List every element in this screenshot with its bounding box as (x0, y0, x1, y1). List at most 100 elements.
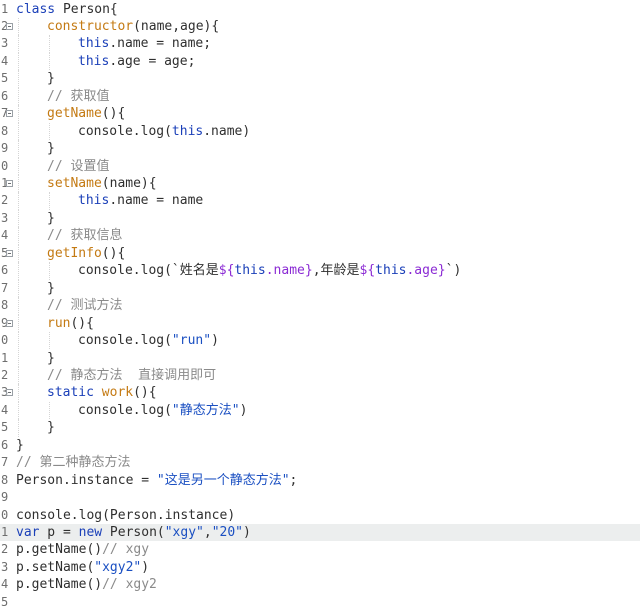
code-line[interactable]: 6} (0, 437, 640, 454)
fold-toggle-icon[interactable] (6, 22, 13, 30)
code-text: console.log(`姓名是${this.name},年龄是${this.a… (16, 262, 461, 279)
code-token: getInfo (47, 245, 102, 261)
code-token: (){ (133, 385, 157, 401)
code-line[interactable]: 0 console.log(Person.instance) (0, 507, 640, 524)
code-line[interactable]: 6 // 获取值 (0, 87, 640, 106)
code-line[interactable]: 1} (0, 349, 640, 367)
code-token: "这是另一个静态方法" (156, 472, 290, 488)
line-number: 4 (1, 577, 9, 592)
code-line[interactable]: 9} (0, 140, 640, 158)
line-number: 6 (1, 88, 9, 103)
line-number: 3 (1, 210, 9, 225)
code-line[interactable]: 3 static work(){ (0, 384, 640, 402)
code-token: .age = age; (109, 53, 196, 69)
code-token: console.log(`姓名是 (78, 263, 219, 279)
line-number: 3 (1, 559, 9, 574)
code-editor[interactable]: 1 class Person{2 constructor(name,age){3th… (0, 0, 640, 611)
code-token: this (78, 53, 110, 69)
code-token: } (47, 280, 55, 296)
code-line[interactable]: 7 // 第二种静态方法 (0, 454, 640, 471)
code-line[interactable]: 4 this.age = age; (0, 52, 640, 71)
code-token: (){ (70, 315, 94, 331)
code-line[interactable]: 0 // 设置值 (0, 157, 640, 175)
line-number: 4 (1, 53, 9, 68)
line-number: 0 (1, 507, 9, 522)
code-text: static work(){ (16, 384, 157, 401)
fold-toggle-icon[interactable] (6, 180, 13, 187)
code-text: } (16, 140, 55, 157)
code-line[interactable]: 4 // 获取信息 (0, 227, 640, 245)
code-text: this.name = name; (16, 35, 211, 52)
code-token: console.log( (78, 402, 172, 418)
line-number: 5 (1, 71, 9, 86)
code-line[interactable]: 8 Person.instance = "这是另一个静态方法"; (0, 472, 640, 489)
code-token: // 获取值 (47, 88, 110, 104)
code-text: // 获取信息 (16, 227, 122, 244)
code-token: (){ (101, 106, 126, 122)
code-line[interactable]: 2 this.name = name (0, 192, 640, 210)
code-token: setName (47, 176, 102, 191)
code-line[interactable]: 9 run(){ (0, 314, 640, 333)
code-token: this (234, 263, 266, 279)
code-line[interactable]: 5} (0, 70, 640, 88)
code-line[interactable]: 2 p.getName()// xgy (0, 541, 640, 558)
code-text: Person.instance = "这是另一个静态方法"; (16, 472, 297, 489)
code-text: class Person{ (16, 1, 118, 18)
code-token: } (47, 71, 55, 87)
code-token: new (78, 525, 103, 540)
code-token: console.log(Person.instance) (16, 507, 236, 523)
code-text: // 第二种静态方法 (16, 454, 130, 471)
code-token: ,年龄是 (312, 263, 360, 279)
code-line[interactable]: 3 this.name = name; (0, 35, 640, 53)
code-line[interactable]: 4 p.getName()// xgy2 (0, 576, 640, 593)
fold-toggle-icon[interactable] (6, 319, 13, 327)
code-token: } (47, 350, 55, 366)
code-token: "20" (211, 525, 244, 540)
code-line[interactable]: 7 getName(){ (0, 105, 640, 123)
code-text: p.setName("xgy2") (16, 559, 149, 576)
line-number: 2 (1, 542, 9, 557)
code-line[interactable]: 3} (0, 209, 640, 228)
code-text: } (16, 280, 55, 297)
code-line[interactable]: 1 setName(name){ (0, 175, 640, 193)
code-line[interactable]: 1 var p = new Person("xgy","20") (0, 524, 640, 542)
code-line[interactable]: 9 (0, 489, 640, 506)
code-token: ; (289, 472, 298, 488)
code-text: } (16, 210, 55, 227)
line-number: 8 (1, 472, 9, 487)
code-text: console.log("run") (16, 332, 219, 349)
code-text: } (16, 350, 55, 367)
code-line[interactable]: 0 console.log("run") (0, 332, 640, 350)
code-token: p = (39, 525, 79, 540)
fold-toggle-icon[interactable] (6, 110, 13, 118)
code-text: console.log(this.name) (16, 123, 250, 140)
code-line[interactable]: 8 // 测试方法 (0, 297, 640, 315)
code-text: // 获取值 (16, 88, 109, 105)
code-text: p.getName()// xgy2 (16, 576, 157, 593)
code-token: "静态方法" (171, 402, 240, 418)
code-token: .name = name; (109, 36, 212, 52)
code-line[interactable]: 5 getInfo(){ (0, 244, 640, 263)
code-token: ) (211, 333, 219, 349)
code-token: ${ (218, 263, 235, 279)
code-line[interactable]: 3 p.setName("xgy2") (0, 559, 640, 576)
code-line[interactable]: 7} (0, 279, 640, 298)
line-number: 8 (1, 123, 9, 138)
line-number: 6 (1, 263, 9, 278)
code-text: } (16, 70, 55, 87)
code-line[interactable]: 5 (0, 594, 640, 611)
code-token: // 测试方法 (47, 298, 123, 314)
code-line[interactable]: 4 console.log("静态方法") (0, 401, 640, 420)
code-text: var p = new Person("xgy","20") (16, 524, 251, 541)
fold-toggle-icon[interactable] (6, 249, 13, 257)
code-line[interactable]: 5} (0, 419, 640, 437)
code-line[interactable]: 2 // 静态方法 直接调用即可 (0, 366, 640, 385)
code-line[interactable]: 6 console.log(`姓名是${this.name},年龄是${this.… (0, 262, 640, 280)
code-line[interactable]: 8 console.log(this.name) (0, 122, 640, 141)
fold-toggle-icon[interactable] (6, 389, 13, 397)
code-line[interactable]: 2 constructor(name,age){ (0, 17, 640, 36)
code-line[interactable]: 1 class Person{ (0, 1, 640, 18)
code-token: Person.instance = (16, 472, 157, 488)
line-number: 9 (1, 141, 9, 156)
code-token: constructor (47, 18, 134, 34)
